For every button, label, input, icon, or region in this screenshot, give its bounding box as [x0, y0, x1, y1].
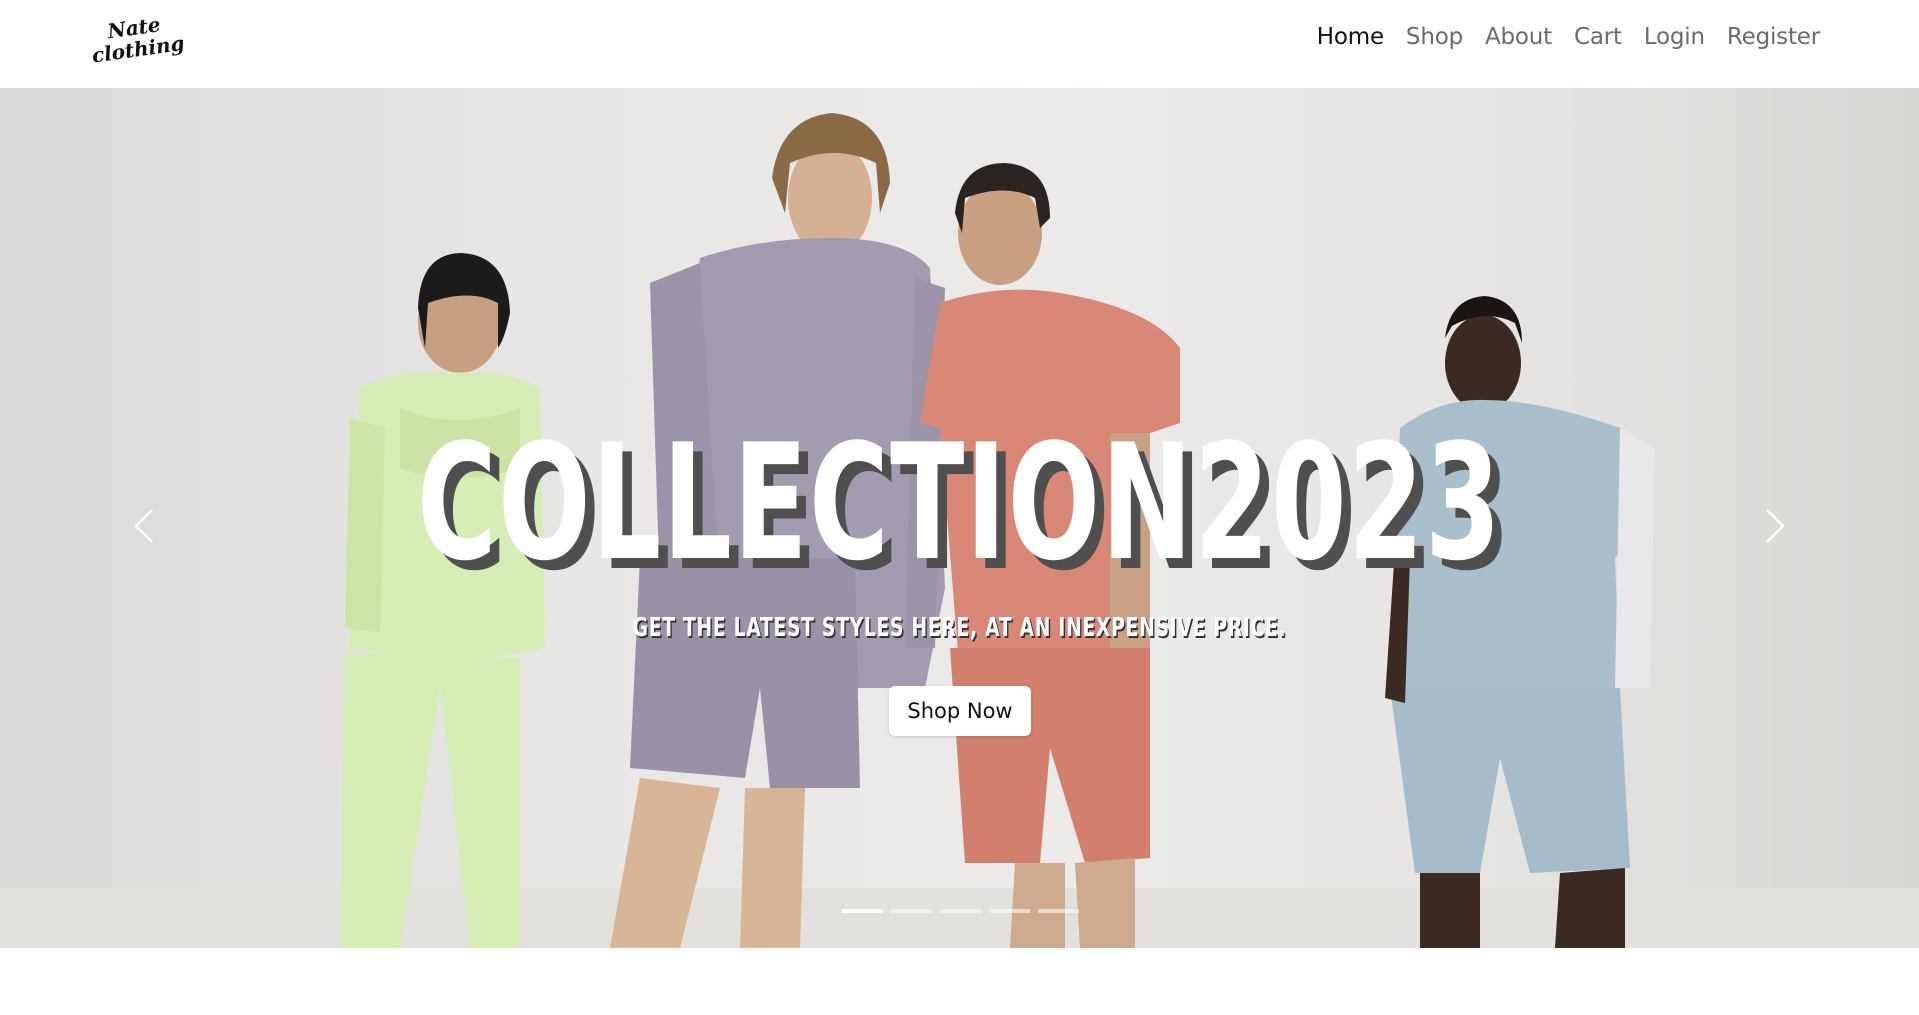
nav-cart[interactable]: Cart — [1574, 20, 1622, 54]
carousel-indicator-2[interactable] — [891, 909, 932, 913]
script-logo-icon: Nate clothing — [90, 12, 185, 62]
carousel-indicator-4[interactable] — [989, 909, 1030, 913]
nav-shop[interactable]: Shop — [1406, 20, 1463, 54]
main-nav: Home Shop About Cart Login Register — [1317, 20, 1820, 54]
navbar: Nate clothing Home Shop About Cart Login… — [0, 0, 1919, 88]
nav-login[interactable]: Login — [1644, 20, 1705, 54]
carousel-indicator-1[interactable] — [842, 909, 883, 913]
hero-subtitle: GET THE LATEST STYLES HERE, AT AN INEXPE… — [632, 613, 1287, 643]
nav-about[interactable]: About — [1485, 20, 1552, 54]
carousel-indicator-5[interactable] — [1038, 909, 1079, 913]
carousel-indicators — [842, 909, 1079, 913]
hero-title: COLLECTION2023 — [416, 409, 1503, 596]
hero-carousel: COLLECTION2023 GET THE LATEST STYLES HER… — [0, 88, 1919, 948]
chevron-right-icon — [1766, 509, 1785, 543]
shop-now-button[interactable]: Shop Now — [889, 686, 1031, 736]
brand-logo[interactable]: Nate clothing — [90, 12, 195, 62]
carousel-next-button[interactable] — [1755, 496, 1795, 556]
carousel-indicator-3[interactable] — [940, 909, 981, 913]
chevron-left-icon — [134, 509, 153, 543]
model-green-hoodie — [340, 253, 545, 948]
nav-register[interactable]: Register — [1727, 20, 1820, 54]
carousel-prev-button[interactable] — [124, 496, 164, 556]
nav-home[interactable]: Home — [1317, 20, 1384, 54]
